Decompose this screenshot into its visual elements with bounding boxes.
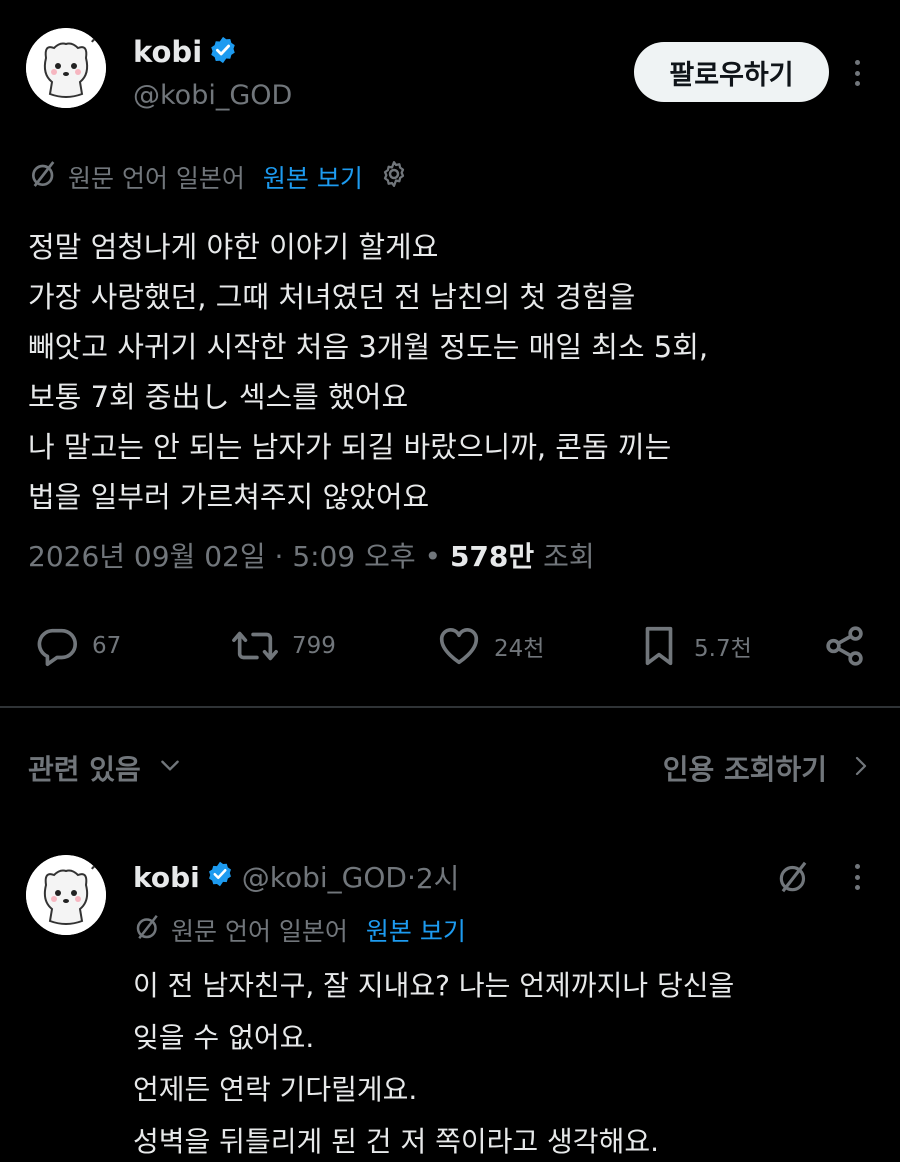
view-quotes-link[interactable]: 인용 조회하기 [663,748,873,788]
more-icon[interactable] [853,864,861,890]
like-icon [436,623,482,669]
tweet-text-line: 빼앗고 사귀기 시작한 처음 3개월 정도는 매일 최소 5회, [28,330,709,364]
reply-text-line: 성벽을 뒤틀리게 된 건 저 쪽이라고 생각해요. [133,1125,659,1158]
verified-badge-icon [208,35,238,69]
author-handle[interactable]: @kobi_GOD [133,80,292,111]
tweet-text: 정말 엄청나게 야한 이야기 할게요 가장 사랑했던, 그때 처녀였던 전 남친… [28,222,888,522]
translate-icon [133,912,163,948]
translate-source-label: 원문 언어 일본어 [68,164,245,193]
view-label: 조회 [534,540,595,573]
reply-text-line: 이 전 남자친구, 잘 지내요? 나는 언제까지나 당신을 [133,969,735,1002]
tweet-text-line: 법을 일부러 가르쳐주지 않았어요 [28,480,430,514]
retweet-count: 799 [292,633,336,659]
reply-text-line: 잊을 수 없어요. [133,1021,315,1054]
more-icon[interactable] [853,60,861,86]
chevron-down-icon [157,752,183,785]
bookmark-count: 5.7천 [694,636,752,662]
translate-icon[interactable] [775,858,813,900]
view-count: 578만 [449,540,535,573]
reply-translation-notice: 원문 언어 일본어 원본 보기 [133,911,466,949]
separator: • [415,540,450,573]
view-quotes-label: 인용 조회하기 [662,753,827,786]
tweet-date[interactable]: 2026년 09월 02일 [28,540,266,573]
retweet-button[interactable]: 799 [230,623,336,669]
reply-time[interactable]: 2시 [416,857,460,897]
share-button[interactable] [822,623,868,669]
reply-count: 67 [92,633,122,659]
related-sort-toggle[interactable]: 관련 있음 [28,748,183,788]
bookmark-icon [636,623,682,669]
tweet-action-bar: 67 799 24천 5.7천 [0,615,900,679]
view-original-link[interactable]: 원본 보기 [366,912,466,948]
chevron-right-icon [849,752,873,785]
reply-author-avatar[interactable] [26,855,106,935]
tweet-text-line: 정말 엄청나게 야한 이야기 할게요 [28,230,439,264]
reply-author-name[interactable]: kobi [133,861,200,894]
view-original-link[interactable]: 원본 보기 [263,159,363,195]
reply-author-handle[interactable]: @kobi_GOD [242,861,407,894]
reply-text: 이 전 남자친구, 잘 지내요? 나는 언제까지나 당신을 잊을 수 없어요. … [133,960,883,1162]
related-bar: 관련 있음 인용 조회하기 [28,740,873,796]
reply-text-line: 언제든 연락 기다릴게요. [133,1073,418,1106]
author-avatar[interactable] [26,28,106,108]
tweet-text-line: 보통 7회 중出し 섹스를 했어요 [28,380,409,414]
separator: · [406,860,416,894]
related-label: 관련 있음 [28,753,141,786]
reply-icon [34,623,80,669]
share-icon [822,623,868,669]
verified-badge-icon [206,860,234,895]
reply-author-row: kobi @kobi_GOD · 2시 [133,857,459,897]
retweet-icon [230,623,280,669]
author-name-row: kobi [133,32,238,72]
translation-notice: 원문 언어 일본어 원본 보기 [28,157,409,197]
translate-icon [28,158,60,196]
separator: · [265,540,293,573]
translate-source-label: 원문 언어 일본어 [171,917,348,946]
gear-icon[interactable] [379,159,409,195]
section-divider [0,706,900,708]
reply-button[interactable]: 67 [34,623,121,669]
bookmark-button[interactable]: 5.7천 [636,623,752,669]
tweet-text-line: 가장 사랑했던, 그때 처녀였던 전 남친의 첫 경험을 [28,280,636,314]
tweet-text-line: 나 말고는 안 되는 남자가 되길 바랐으니까, 콘돔 끼는 [28,430,672,464]
tweet-time[interactable]: 5:09 오후 [292,540,415,573]
follow-button[interactable]: 팔로우하기 [634,42,829,102]
author-name[interactable]: kobi [133,35,202,69]
like-count: 24천 [494,636,545,662]
tweet-meta: 2026년 09월 02일 · 5:09 오후 • 578만 조회 [28,535,595,575]
like-button[interactable]: 24천 [436,623,544,669]
